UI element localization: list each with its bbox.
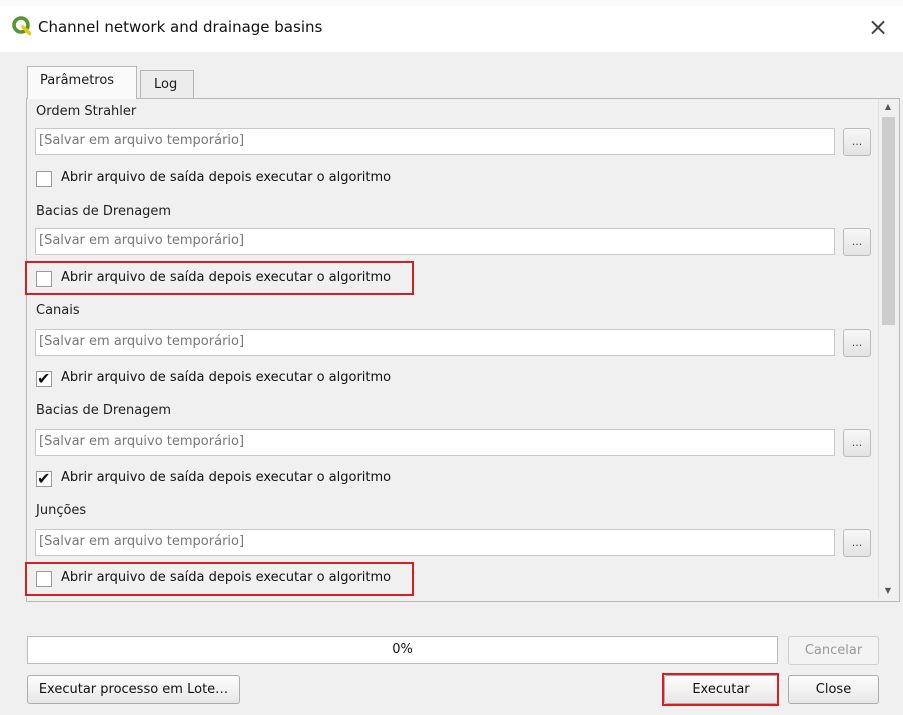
tab-parametros[interactable]: Parâmetros — [27, 66, 137, 99]
output-path-input-bacias-de-drenagem-2[interactable]: [Salvar em arquivo temporário] — [35, 429, 835, 456]
parameters-panel: Ordem Strahler [Salvar em arquivo tempor… — [26, 98, 900, 602]
browse-button-canais[interactable]: ... — [843, 329, 871, 357]
output-path-input-juncoes[interactable]: [Salvar em arquivo temporário] — [35, 529, 835, 556]
qgis-logo-icon — [12, 16, 32, 36]
close-window-button[interactable]: × — [861, 10, 895, 44]
open-output-checkbox[interactable]: ✔ — [36, 369, 52, 388]
output-path-input-ordem-strahler[interactable]: [Salvar em arquivo temporário] — [35, 128, 835, 155]
checkmark-icon: ✔ — [37, 369, 51, 388]
section-label-bacias-de-drenagem-2: Bacias de Drenagem — [36, 403, 172, 418]
scrollbar-thumb[interactable] — [882, 117, 895, 325]
cancel-button[interactable]: Cancelar — [788, 636, 879, 665]
open-output-label: Abrir arquivo de saída depois executar o… — [61, 470, 392, 485]
highlight-box — [662, 673, 779, 706]
close-button[interactable]: Close — [788, 675, 879, 704]
progress-bar: 0% — [27, 636, 778, 664]
browse-button-bacias-de-drenagem[interactable]: ... — [843, 228, 871, 256]
section-label-bacias-de-drenagem: Bacias de Drenagem — [36, 204, 172, 219]
scroll-down-arrow-icon[interactable]: ▼ — [879, 583, 897, 599]
section-label-canais: Canais — [36, 303, 80, 318]
section-label-juncoes: Junções — [36, 503, 87, 518]
highlight-box — [25, 562, 414, 596]
title-bar: Channel network and drainage basins × — [0, 6, 903, 52]
scroll-up-arrow-icon[interactable]: ▲ — [879, 99, 897, 115]
section-label-ordem-strahler: Ordem Strahler — [36, 104, 137, 119]
open-output-label: Abrir arquivo de saída depois executar o… — [61, 370, 392, 385]
browse-button-bacias-de-drenagem-2[interactable]: ... — [843, 429, 871, 457]
checkmark-icon: ✔ — [37, 469, 51, 488]
vertical-scrollbar[interactable]: ▲ ▼ — [878, 99, 897, 599]
output-path-input-canais[interactable]: [Salvar em arquivo temporário] — [35, 329, 835, 356]
run-batch-button[interactable]: Executar processo em Lote… — [27, 675, 240, 704]
browse-button-ordem-strahler[interactable]: ... — [843, 128, 871, 156]
window-title: Channel network and drainage basins — [38, 18, 323, 36]
tab-log[interactable]: Log — [140, 70, 194, 100]
highlight-box — [25, 261, 414, 295]
open-output-label: Abrir arquivo de saída depois executar o… — [61, 170, 392, 185]
output-path-input-bacias-de-drenagem[interactable]: [Salvar em arquivo temporário] — [35, 228, 835, 255]
open-output-checkbox[interactable]: ✔ — [36, 469, 52, 488]
open-output-checkbox[interactable] — [36, 171, 52, 187]
browse-button-juncoes[interactable]: ... — [843, 529, 871, 557]
